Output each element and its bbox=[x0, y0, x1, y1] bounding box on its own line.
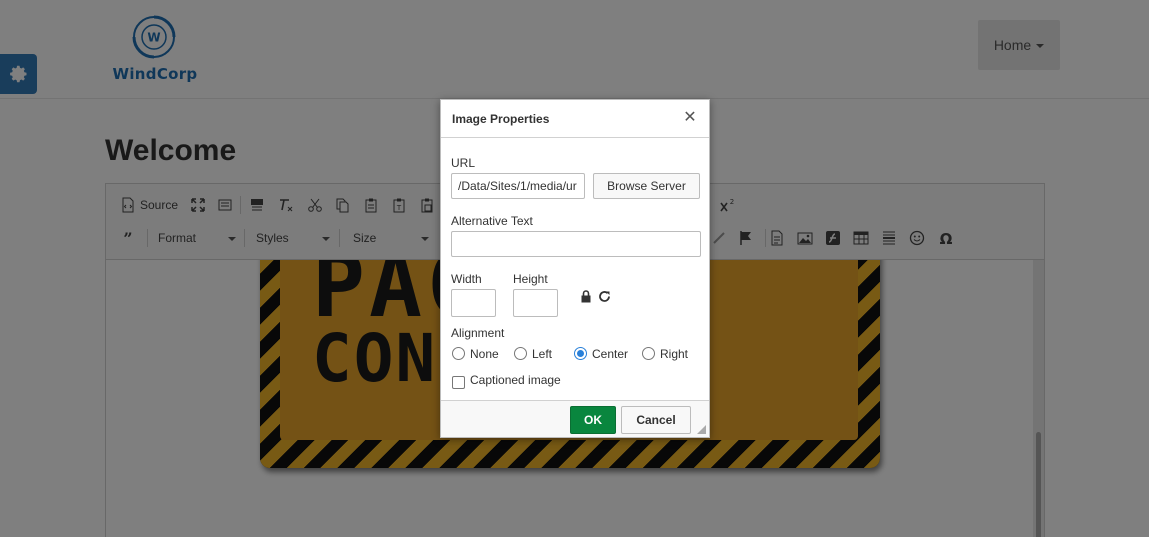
align-none-label: None bbox=[470, 347, 499, 361]
cancel-button[interactable]: Cancel bbox=[621, 406, 691, 434]
ok-button[interactable]: OK bbox=[570, 406, 616, 434]
ok-label: OK bbox=[584, 413, 602, 427]
dialog-title-bar[interactable]: Image Properties ✕ bbox=[441, 100, 709, 138]
align-center-radio[interactable] bbox=[574, 347, 587, 360]
captioned-image-checkbox[interactable] bbox=[452, 376, 465, 389]
captioned-image-label: Captioned image bbox=[470, 373, 561, 387]
align-center-label: Center bbox=[592, 347, 629, 361]
alt-text-label: Alternative Text bbox=[451, 214, 533, 228]
alignment-label: Alignment bbox=[451, 326, 505, 340]
url-input[interactable]: /Data/Sites/1/media/ur bbox=[451, 173, 585, 199]
height-label: Height bbox=[513, 272, 548, 286]
close-icon[interactable]: ✕ bbox=[683, 110, 697, 126]
height-input[interactable] bbox=[513, 289, 558, 317]
dialog-footer: OK Cancel bbox=[441, 400, 709, 437]
align-none-radio[interactable] bbox=[452, 347, 465, 360]
align-left-label: Left bbox=[532, 347, 553, 361]
lock-ratio-icon[interactable] bbox=[580, 290, 592, 303]
align-right-radio[interactable] bbox=[642, 347, 655, 360]
width-input[interactable] bbox=[451, 289, 496, 317]
width-label: Width bbox=[451, 272, 482, 286]
dialog-title: Image Properties bbox=[452, 112, 550, 126]
resize-handle-icon[interactable] bbox=[697, 425, 706, 434]
browse-server-label: Browse Server bbox=[607, 179, 686, 193]
alt-text-input[interactable] bbox=[451, 231, 701, 257]
align-left-radio[interactable] bbox=[514, 347, 527, 360]
browse-server-button[interactable]: Browse Server bbox=[593, 173, 700, 199]
align-right-label: Right bbox=[660, 347, 689, 361]
image-properties-dialog: Image Properties ✕ URL /Data/Sites/1/med… bbox=[440, 99, 710, 438]
url-label: URL bbox=[451, 156, 476, 170]
url-value: /Data/Sites/1/media/ur bbox=[458, 179, 577, 193]
reset-size-icon[interactable] bbox=[598, 290, 611, 303]
cancel-label: Cancel bbox=[636, 413, 676, 427]
